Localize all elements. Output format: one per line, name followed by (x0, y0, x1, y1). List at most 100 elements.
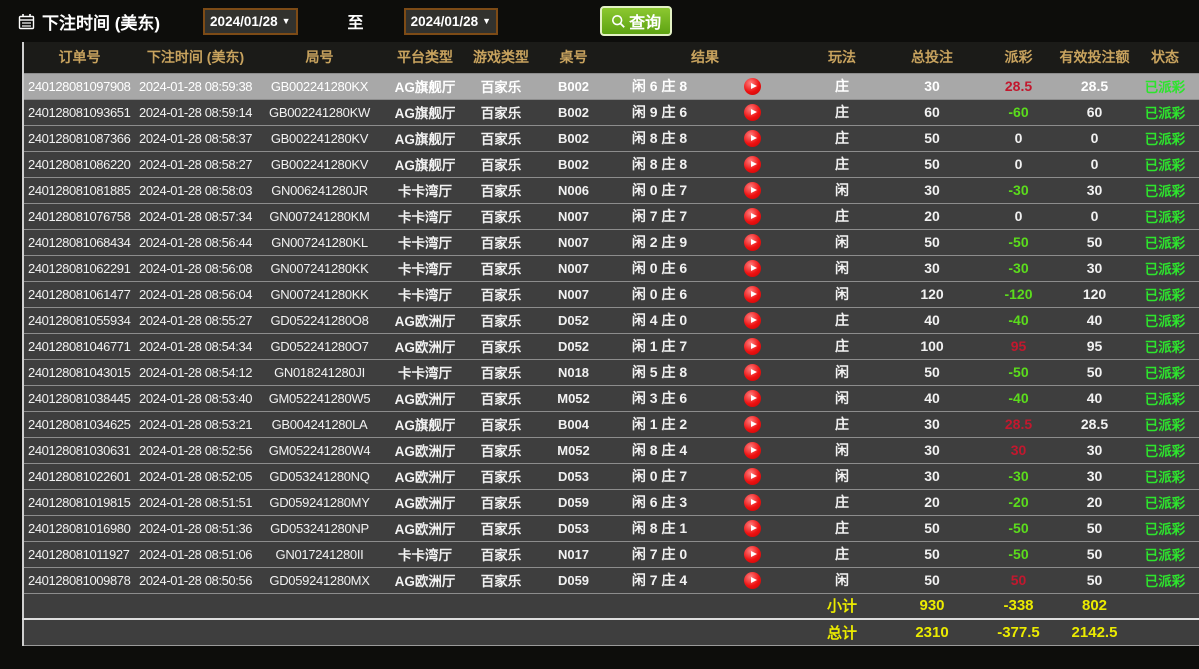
replay-play-icon[interactable] (744, 104, 761, 121)
replay-play-icon[interactable] (744, 520, 761, 537)
query-button[interactable]: 查询 (600, 6, 672, 36)
replay-play-icon[interactable] (744, 182, 761, 199)
game-type-cell: 百家乐 (467, 99, 535, 125)
replay-play-icon[interactable] (744, 312, 761, 329)
table-row[interactable]: 240128081061477 2024-01-28 08:56:04 GN00… (23, 281, 1199, 307)
valid-bet-cell: 50 (1059, 515, 1130, 541)
valid-bet-cell: 50 (1059, 229, 1130, 255)
replay-play-icon[interactable] (744, 468, 761, 485)
table-row[interactable]: 240128081046771 2024-01-28 08:54:34 GD05… (23, 333, 1199, 359)
table-row[interactable]: 240128081009878 2024-01-28 08:50:56 GD05… (23, 567, 1199, 593)
table-row[interactable]: 240128081093651 2024-01-28 08:59:14 GB00… (23, 99, 1199, 125)
platform-cell: 卡卡湾厅 (383, 177, 467, 203)
replay-play-icon[interactable] (744, 78, 761, 95)
subtotal-valid-bet: 802 (1059, 593, 1130, 619)
result-cell: 闲 7 庄 0 (612, 541, 707, 567)
platform-cell: AG旗舰厅 (383, 125, 467, 151)
payout-cell: -50 (978, 229, 1059, 255)
table-no-cell: N007 (535, 281, 612, 307)
table-row[interactable]: 240128081086220 2024-01-28 08:58:27 GB00… (23, 151, 1199, 177)
replay-play-icon[interactable] (744, 442, 761, 459)
payout-cell: -50 (978, 541, 1059, 567)
table-row[interactable]: 240128081011927 2024-01-28 08:51:06 GN01… (23, 541, 1199, 567)
chevron-down-icon: ▼ (282, 17, 291, 26)
col-header-table-no: 桌号 (535, 42, 612, 73)
bet-time-cell: 2024-01-28 08:58:37 (135, 125, 256, 151)
date-to-select[interactable]: 2024/01/28 ▼ (404, 8, 499, 35)
replay-play-icon[interactable] (744, 416, 761, 433)
table-row[interactable]: 240128081081885 2024-01-28 08:58:03 GN00… (23, 177, 1199, 203)
status-badge: 已派彩 (1130, 385, 1199, 411)
table-no-cell: B002 (535, 125, 612, 151)
replay-play-icon[interactable] (744, 364, 761, 381)
status-badge: 已派彩 (1130, 125, 1199, 151)
play-type-cell: 庄 (798, 307, 886, 333)
table-no-cell: D052 (535, 333, 612, 359)
table-row[interactable]: 240128081097908 2024-01-28 08:59:38 GB00… (23, 73, 1199, 99)
total-bet-cell: 50 (886, 359, 978, 385)
table-row[interactable]: 240128081019815 2024-01-28 08:51:51 GD05… (23, 489, 1199, 515)
result-cell: 闲 9 庄 6 (612, 99, 707, 125)
replay-play-icon[interactable] (744, 338, 761, 355)
payout-cell: 0 (978, 151, 1059, 177)
result-cell: 闲 1 庄 2 (612, 411, 707, 437)
game-id-cell: GD053241280NQ (256, 463, 383, 489)
game-type-cell: 百家乐 (467, 333, 535, 359)
replay-play-icon[interactable] (744, 494, 761, 511)
table-row[interactable]: 240128081038445 2024-01-28 08:53:40 GM05… (23, 385, 1199, 411)
col-header-bet-time: 下注时间 (美东) (135, 42, 256, 73)
replay-cell (707, 125, 798, 151)
replay-play-icon[interactable] (744, 260, 761, 277)
table-row[interactable]: 240128081016980 2024-01-28 08:51:36 GD05… (23, 515, 1199, 541)
replay-play-icon[interactable] (744, 156, 761, 173)
payout-cell: 0 (978, 203, 1059, 229)
result-cell: 闲 3 庄 6 (612, 385, 707, 411)
total-bet-cell: 50 (886, 541, 978, 567)
valid-bet-cell: 30 (1059, 177, 1130, 203)
payout-cell: 0 (978, 125, 1059, 151)
game-type-cell: 百家乐 (467, 541, 535, 567)
replay-cell (707, 281, 798, 307)
date-from-select[interactable]: 2024/01/28 ▼ (203, 8, 298, 35)
table-row[interactable]: 240128081062291 2024-01-28 08:56:08 GN00… (23, 255, 1199, 281)
table-row[interactable]: 240128081022601 2024-01-28 08:52:05 GD05… (23, 463, 1199, 489)
table-row[interactable]: 240128081055934 2024-01-28 08:55:27 GD05… (23, 307, 1199, 333)
grand-total-payout: -377.5 (978, 619, 1059, 645)
table-row[interactable]: 240128081043015 2024-01-28 08:54:12 GN01… (23, 359, 1199, 385)
table-row[interactable]: 240128081034625 2024-01-28 08:53:21 GB00… (23, 411, 1199, 437)
replay-play-icon[interactable] (744, 390, 761, 407)
order-id-cell: 240128081038445 (23, 385, 135, 411)
subtotal-label: 小计 (798, 593, 886, 619)
platform-cell: 卡卡湾厅 (383, 281, 467, 307)
col-header-game-type: 游戏类型 (467, 42, 535, 73)
table-row[interactable]: 240128081076758 2024-01-28 08:57:34 GN00… (23, 203, 1199, 229)
replay-cell (707, 99, 798, 125)
replay-play-icon[interactable] (744, 130, 761, 147)
grand-total-status-empty (1130, 619, 1199, 645)
bet-time-cell: 2024-01-28 08:56:04 (135, 281, 256, 307)
replay-play-icon[interactable] (744, 234, 761, 251)
platform-cell: AG欧洲厅 (383, 333, 467, 359)
table-row[interactable]: 240128081068434 2024-01-28 08:56:44 GN00… (23, 229, 1199, 255)
replay-play-icon[interactable] (744, 286, 761, 303)
game-id-cell: GD059241280MY (256, 489, 383, 515)
bet-time-cell: 2024-01-28 08:56:44 (135, 229, 256, 255)
payout-cell: 28.5 (978, 73, 1059, 99)
platform-cell: AG欧洲厅 (383, 307, 467, 333)
order-id-cell: 240128081030631 (23, 437, 135, 463)
result-cell: 闲 0 庄 7 (612, 463, 707, 489)
total-bet-cell: 20 (886, 489, 978, 515)
game-id-cell: GN007241280KK (256, 255, 383, 281)
game-id-cell: GN007241280KK (256, 281, 383, 307)
table-no-cell: D059 (535, 489, 612, 515)
table-row[interactable]: 240128081087366 2024-01-28 08:58:37 GB00… (23, 125, 1199, 151)
replay-play-icon[interactable] (744, 572, 761, 589)
platform-cell: AG旗舰厅 (383, 151, 467, 177)
replay-play-icon[interactable] (744, 208, 761, 225)
valid-bet-cell: 30 (1059, 255, 1130, 281)
play-type-cell: 庄 (798, 541, 886, 567)
replay-play-icon[interactable] (744, 546, 761, 563)
total-bet-cell: 30 (886, 437, 978, 463)
table-row[interactable]: 240128081030631 2024-01-28 08:52:56 GM05… (23, 437, 1199, 463)
bet-time-cell: 2024-01-28 08:51:06 (135, 541, 256, 567)
